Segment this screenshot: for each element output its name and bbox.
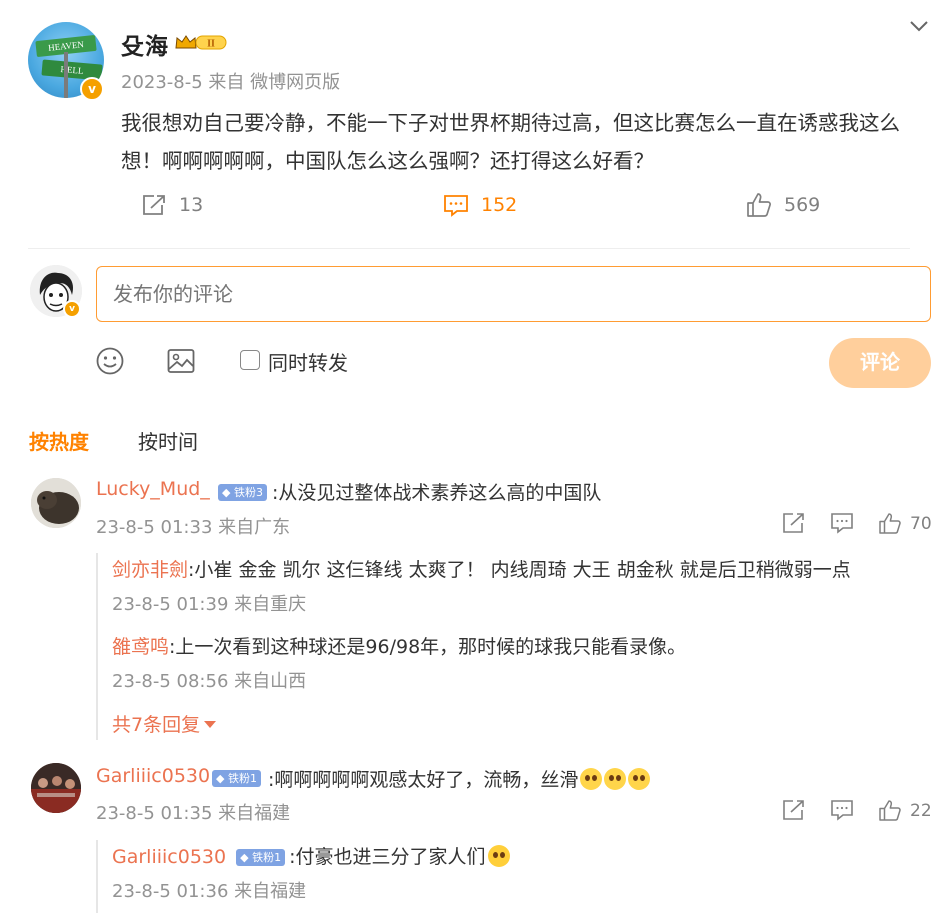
pleading-emoji-icon [628, 768, 651, 790]
comment-repost-icon[interactable] [782, 799, 806, 821]
commenter-name[interactable]: Garliiic0530 [96, 765, 210, 787]
comment-reply-icon[interactable] [830, 512, 854, 534]
thumbs-up-icon [879, 800, 901, 821]
tab-sort-time[interactable]: 按时间 [138, 426, 198, 455]
reply-text: :小崔 金金 凯尔 这仨锋线 太爽了！ 内线周琦 大王 胡金秋 就是后卫稍微弱一… [188, 559, 851, 581]
thumbs-up-icon [879, 513, 901, 534]
comment-count: 152 [481, 194, 518, 216]
fan-badge: ◆ 铁粉1 [236, 849, 286, 866]
comment-like-count: 22 [910, 800, 932, 821]
comment-text: :从没见过整体战术素养这么高的中国队 [272, 482, 602, 504]
image-icon[interactable] [166, 346, 196, 376]
vip-level: II [207, 39, 215, 50]
caret-down-icon [204, 720, 217, 728]
reply-item: 雒鸢鸣:上一次看到这种球还是96/98年，那时候的球我只能看录像。 [112, 632, 686, 659]
reply-author[interactable]: 剑亦非劍 [112, 559, 188, 581]
fan-badge-label: 铁粉1 [227, 772, 257, 785]
pleading-emoji-icon [580, 768, 603, 790]
author-name[interactable]: 殳海 [121, 27, 169, 61]
emoji-icon[interactable] [95, 346, 125, 376]
reply-text: :上一次看到这种球还是96/98年，那时候的球我只能看录像。 [169, 636, 687, 658]
fan-badge: ◆ 铁粉1 [212, 770, 261, 787]
reply-item: 剑亦非劍:小崔 金金 凯尔 这仨锋线 太爽了！ 内线周琦 大王 胡金秋 就是后卫… [112, 555, 851, 582]
vip-crown-icon[interactable]: II [174, 33, 228, 51]
comment-text-body: :啊啊啊啊啊观感太好了，流畅，丝滑 [268, 769, 579, 791]
chevron-down-icon[interactable] [906, 14, 932, 38]
laughing-emoji-icon [487, 845, 510, 867]
more-replies-label: 共7条回复 [112, 714, 201, 736]
fan-badge: ◆ 铁粉3 [218, 484, 267, 501]
comment-like-button[interactable]: 22 [878, 799, 932, 822]
like-count: 569 [784, 194, 821, 216]
verified-icon: v [63, 300, 81, 318]
avatar-signpost [64, 52, 68, 98]
fan-badge-label: 铁粉3 [233, 486, 263, 499]
thumbs-up-icon [747, 193, 771, 217]
reply-thread: 剑亦非劍:小崔 金金 凯尔 这仨锋线 太爽了！ 内线周琦 大王 胡金秋 就是后卫… [96, 553, 931, 740]
commenter-avatar[interactable] [31, 763, 81, 813]
comment-repost-icon[interactable] [782, 512, 806, 534]
post-text: 我很想劝自己要冷静，不能一下子对世界杯期待过高，但这比赛怎么一直在诱惑我这么想！… [121, 111, 900, 173]
reply-meta: 23-8-5 01:39 来自重庆 [112, 594, 307, 615]
comment-like-button[interactable]: 70 [878, 512, 932, 535]
more-replies-link[interactable]: 共7条回复 [112, 710, 217, 737]
reply-author[interactable]: Garliiic0530 [112, 846, 226, 868]
comment-icon [444, 195, 468, 217]
repost-icon [143, 195, 165, 215]
comment-reply-icon[interactable] [830, 799, 854, 821]
verified-icon: v [80, 77, 104, 101]
repost-button[interactable]: 13 [141, 190, 203, 220]
divider [28, 248, 910, 249]
comment-meta: 23-8-5 01:35 来自福建 [96, 803, 291, 824]
tab-sort-hot[interactable]: 按热度 [29, 426, 89, 455]
fan-badge-label: 铁粉1 [252, 851, 282, 864]
repost-count: 13 [179, 194, 204, 216]
reply-meta: 23-8-5 08:56 来自山西 [112, 671, 307, 692]
repost-checkbox-label[interactable]: 同时转发 [268, 347, 348, 376]
comment-input[interactable] [96, 266, 931, 322]
reply-author[interactable]: 雒鸢鸣 [112, 636, 169, 658]
commenter-name[interactable]: Lucky_Mud_ [96, 478, 210, 500]
reply-text: :付豪也进三分了家人们 [289, 846, 486, 868]
pleading-emoji-icon [604, 768, 627, 790]
commenter-avatar[interactable] [31, 478, 81, 528]
comment-button[interactable]: 152 [443, 190, 517, 220]
comment-text: :啊啊啊啊啊观感太好了，流畅，丝滑 [268, 765, 651, 792]
post-meta: 2023-8-5 来自 微博网页版 [121, 72, 341, 93]
repost-checkbox[interactable] [240, 350, 260, 370]
comment-like-count: 70 [910, 513, 932, 534]
like-button[interactable]: 569 [746, 190, 820, 220]
reply-item: Garliiic0530 ◆ 铁粉1:付豪也进三分了家人们 [112, 842, 510, 869]
reply-thread: Garliiic0530 ◆ 铁粉1:付豪也进三分了家人们 23-8-5 01:… [96, 840, 931, 913]
submit-comment-button[interactable]: 评论 [829, 338, 931, 388]
reply-meta: 23-8-5 01:36 来自福建 [112, 881, 307, 902]
comment-meta: 23-8-5 01:33 来自广东 [96, 517, 291, 538]
